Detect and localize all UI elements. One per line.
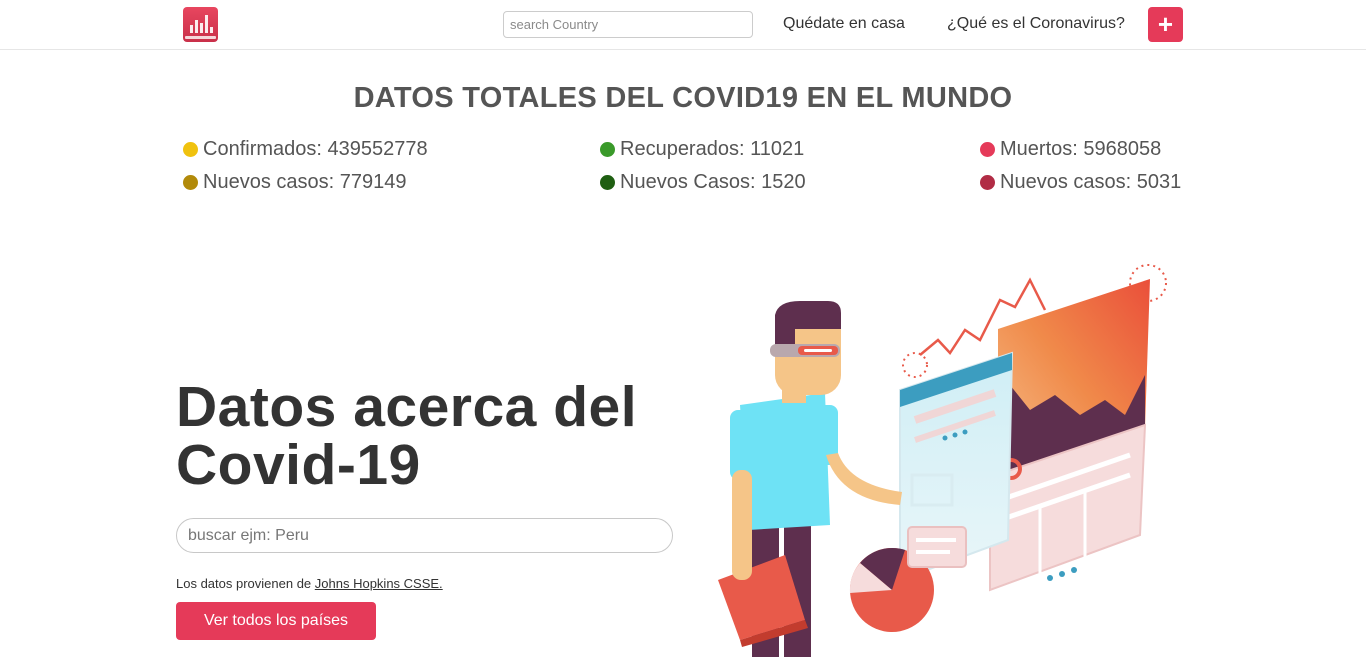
recovered-dot-icon <box>600 142 615 157</box>
stats-title: DATOS TOTALES DEL COVID19 EN EL MUNDO <box>353 82 1013 114</box>
stat-confirmed: Confirmados: 439552778 <box>183 138 428 161</box>
stat-deaths-new: Nuevos casos: 5031 <box>980 171 1181 194</box>
hero-title-line2: Covid-19 <box>176 433 421 497</box>
hero-search-input[interactable] <box>176 518 673 553</box>
covid-logo-icon[interactable] <box>183 7 218 42</box>
data-analysis-illustration <box>718 264 1167 657</box>
deaths-new-dot-icon <box>980 175 995 190</box>
stat-recovered: Recuperados: 11021 <box>600 138 804 161</box>
stat-recovered-new: Nuevos Casos: 1520 <box>600 171 806 194</box>
top-navbar: Quédate en casa ¿Qué es el Coronavirus? … <box>0 0 1366 50</box>
stat-confirmed-new-label: Nuevos casos: 779149 <box>203 171 407 193</box>
deaths-dot-icon <box>980 142 995 157</box>
stat-recovered-new-label: Nuevos Casos: 1520 <box>620 171 806 193</box>
recovered-new-dot-icon <box>600 175 615 190</box>
stat-deaths-label: Muertos: 5968058 <box>1000 138 1162 160</box>
hero-title-line1: Datos acerca del <box>176 375 638 439</box>
confirmed-dot-icon <box>183 142 198 157</box>
nav-link-what-is-coronavirus[interactable]: ¿Qué es el Coronavirus? <box>947 15 1125 33</box>
johns-hopkins-link[interactable]: Johns Hopkins CSSE. <box>315 576 443 591</box>
dashed-circle-small-icon <box>902 352 928 378</box>
plus-button[interactable]: + <box>1148 7 1183 42</box>
stat-confirmed-label: Confirmados: 439552778 <box>203 138 428 160</box>
confirmed-new-dot-icon <box>183 175 198 190</box>
nav-link-stay-home[interactable]: Quédate en casa <box>783 15 905 33</box>
source-prefix: Los datos provienen de <box>176 576 315 591</box>
stat-confirmed-new: Nuevos casos: 779149 <box>183 171 406 194</box>
view-all-countries-button[interactable]: Ver todos los países <box>176 602 376 640</box>
stat-recovered-label: Recuperados: 11021 <box>620 138 805 160</box>
country-search-input[interactable] <box>503 11 753 38</box>
data-source-note: Los datos provienen de Johns Hopkins CSS… <box>176 576 443 591</box>
stat-deaths: Muertos: 5968058 <box>980 138 1161 161</box>
hero-title: Datos acerca del Covid-19 <box>176 378 637 494</box>
stat-deaths-new-label: Nuevos casos: 5031 <box>1000 171 1182 193</box>
